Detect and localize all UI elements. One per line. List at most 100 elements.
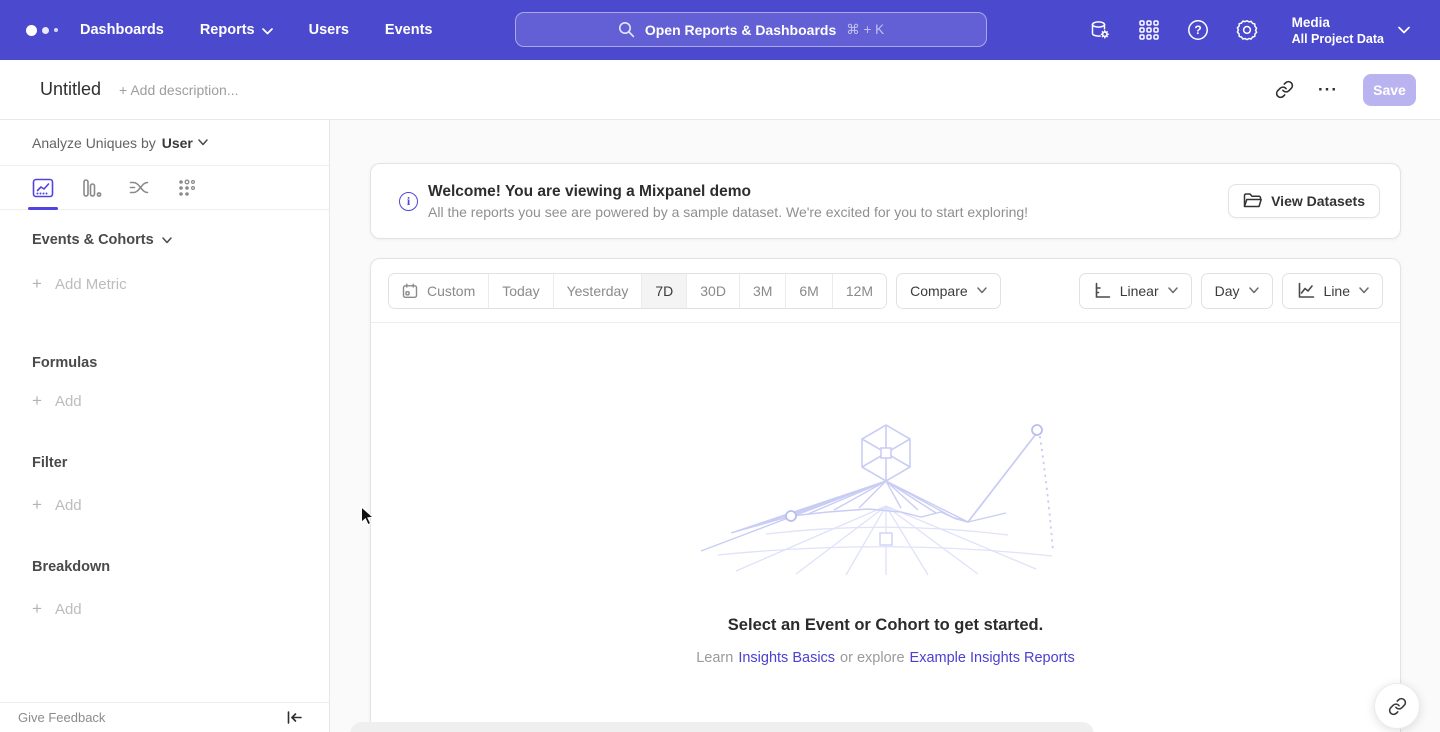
calendar-icon	[402, 283, 418, 299]
flow-tab[interactable]	[126, 175, 152, 201]
folder-icon	[1243, 193, 1262, 209]
sidebar-footer: Give Feedback	[0, 702, 329, 732]
collapse-sidebar-button[interactable]	[285, 709, 303, 727]
chevron-down-icon	[1359, 287, 1369, 294]
scale-dropdown[interactable]: Linear	[1079, 273, 1192, 309]
add-metric-button[interactable]: + Add Metric	[32, 274, 297, 294]
logo-dot	[54, 28, 58, 32]
chart-display-controls: Linear Day Line	[1079, 273, 1383, 309]
events-cohorts-section[interactable]: Events & Cohorts	[32, 232, 297, 248]
filter-label: Filter	[32, 455, 67, 471]
chart-type-dropdown[interactable]: Line	[1282, 273, 1383, 309]
linear-axis-icon	[1093, 282, 1111, 299]
link-icon	[1388, 697, 1407, 716]
plus-icon: +	[32, 274, 42, 294]
range-6m[interactable]: 6M	[786, 274, 832, 308]
report-toolbar: Untitled + Add description... ··· Save	[0, 60, 1440, 120]
compare-label: Compare	[910, 283, 968, 299]
nav-users-label: Users	[309, 22, 349, 38]
example-insights-reports-link[interactable]: Example Insights Reports	[910, 650, 1075, 666]
middle-text: or explore	[840, 650, 904, 666]
empty-state: Select an Event or Cohort to get started…	[371, 323, 1400, 666]
range-yesterday-label: Yesterday	[567, 283, 629, 299]
help-icon[interactable]: ?	[1186, 18, 1210, 42]
banner-title: Welcome! You are viewing a Mixpanel demo	[428, 183, 1028, 201]
global-search[interactable]: Open Reports & Dashboards ⌘ + K	[515, 12, 987, 47]
chevron-down-icon	[1168, 287, 1178, 294]
analyze-by-dropdown[interactable]: User	[162, 135, 208, 151]
range-7d-label: 7D	[655, 283, 673, 299]
chevron-down-icon	[977, 287, 987, 294]
bottom-panel-edge	[350, 722, 1094, 732]
data-hub-icon[interactable]	[1088, 18, 1112, 42]
chevron-down-icon	[1398, 26, 1410, 34]
toolbar-actions: ··· Save	[1267, 73, 1416, 107]
events-cohorts-label: Events & Cohorts	[32, 232, 154, 248]
nav-events[interactable]: Events	[385, 22, 433, 38]
line-chart-icon	[1296, 282, 1315, 299]
filter-section-title: Filter	[32, 455, 297, 471]
empty-state-illustration	[696, 421, 1076, 576]
project-scope: All Project Data	[1292, 31, 1384, 47]
analyze-value: User	[162, 135, 193, 151]
range-3m[interactable]: 3M	[740, 274, 786, 308]
give-feedback-link[interactable]: Give Feedback	[18, 710, 105, 725]
insights-basics-link[interactable]: Insights Basics	[738, 650, 835, 666]
add-filter-label: Add	[55, 497, 82, 514]
range-6m-label: 6M	[799, 283, 818, 299]
range-30d[interactable]: 30D	[687, 274, 740, 308]
add-filter-button[interactable]: + Add	[32, 495, 297, 515]
save-button[interactable]: Save	[1363, 74, 1416, 106]
share-link-fab[interactable]	[1374, 683, 1420, 729]
range-custom[interactable]: Custom	[389, 274, 489, 308]
report-title[interactable]: Untitled	[40, 79, 101, 100]
view-datasets-button[interactable]: View Datasets	[1228, 184, 1380, 218]
nav-dashboards-label: Dashboards	[80, 22, 164, 38]
formulas-section-title: Formulas	[32, 355, 297, 371]
project-selector[interactable]: Media All Project Data	[1292, 14, 1410, 47]
add-formula-button[interactable]: + Add	[32, 391, 297, 411]
range-12m[interactable]: 12M	[833, 274, 886, 308]
apps-grid-icon[interactable]	[1137, 18, 1161, 42]
search-placeholder: Open Reports & Dashboards	[645, 22, 836, 38]
interval-dropdown[interactable]: Day	[1201, 273, 1273, 309]
add-metric-label: Add Metric	[55, 276, 127, 293]
range-7d[interactable]: 7D	[642, 274, 687, 308]
nav-users[interactable]: Users	[309, 22, 349, 38]
insights-chart-card: Custom Today Yesterday 7D 30D 3M 6M 12M …	[370, 258, 1401, 732]
mixpanel-logo[interactable]	[26, 25, 70, 36]
add-breakdown-button[interactable]: + Add	[32, 599, 297, 619]
bar-chart-tab[interactable]	[78, 175, 104, 201]
plus-icon: +	[32, 495, 42, 515]
learn-prefix: Learn	[696, 650, 733, 666]
demo-banner: i Welcome! You are viewing a Mixpanel de…	[370, 163, 1401, 239]
range-yesterday[interactable]: Yesterday	[554, 274, 643, 308]
range-custom-label: Custom	[427, 283, 475, 299]
nav-events-label: Events	[385, 22, 433, 38]
add-breakdown-label: Add	[55, 601, 82, 618]
plus-icon: +	[32, 391, 42, 411]
project-name: Media	[1292, 14, 1384, 31]
analyze-label: Analyze Uniques by	[32, 135, 156, 151]
report-description-placeholder[interactable]: + Add description...	[119, 82, 238, 98]
nav-dashboards[interactable]: Dashboards	[80, 22, 164, 38]
settings-icon[interactable]	[1235, 18, 1259, 42]
add-formula-label: Add	[55, 393, 82, 410]
compare-dropdown[interactable]: Compare	[896, 273, 1001, 309]
info-icon: i	[399, 192, 418, 211]
nav-reports-label: Reports	[200, 22, 255, 38]
top-nav-right: ? Media All Project Data	[1088, 0, 1440, 60]
insights-line-tab[interactable]	[30, 175, 56, 201]
more-options-button[interactable]: ···	[1311, 73, 1345, 107]
mixpanel-app: Dashboards Reports Users Events Open Rep…	[0, 0, 1440, 732]
metrics-tab[interactable]	[174, 175, 200, 201]
range-today[interactable]: Today	[489, 274, 553, 308]
logo-dot	[26, 25, 37, 36]
scale-label: Linear	[1120, 283, 1159, 299]
nav-reports[interactable]: Reports	[200, 22, 273, 38]
date-range-segmented-control: Custom Today Yesterday 7D 30D 3M 6M 12M	[388, 273, 887, 309]
chart-type-label: Line	[1324, 283, 1350, 299]
empty-state-links: Learn Insights Basics or explore Example…	[696, 650, 1075, 666]
banner-subtitle: All the reports you see are powered by a…	[428, 204, 1028, 220]
copy-link-button[interactable]	[1267, 73, 1301, 107]
